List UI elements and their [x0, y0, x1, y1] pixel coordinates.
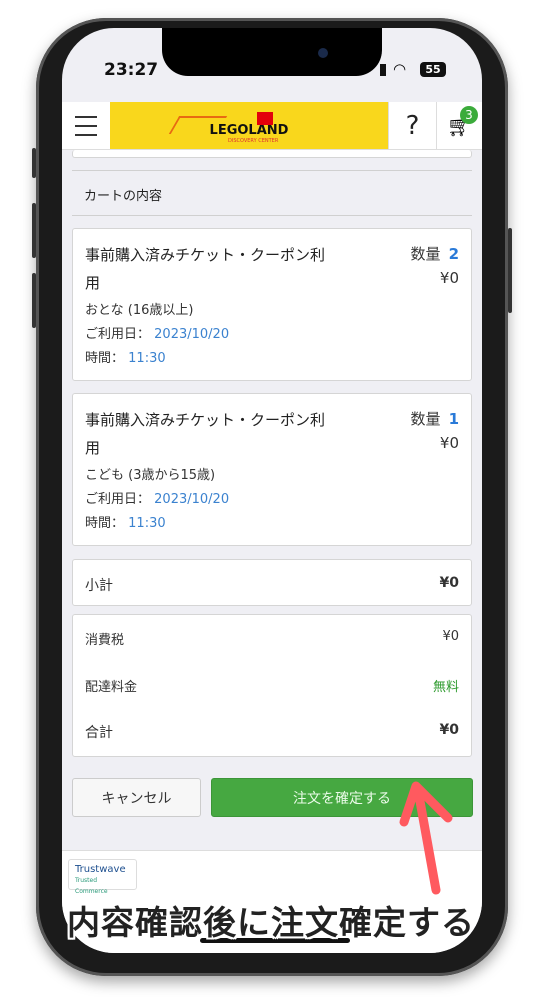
red-arrow-annotation [399, 781, 453, 895]
overlay-caption: 内容確認後に注文確定する [67, 903, 475, 942]
